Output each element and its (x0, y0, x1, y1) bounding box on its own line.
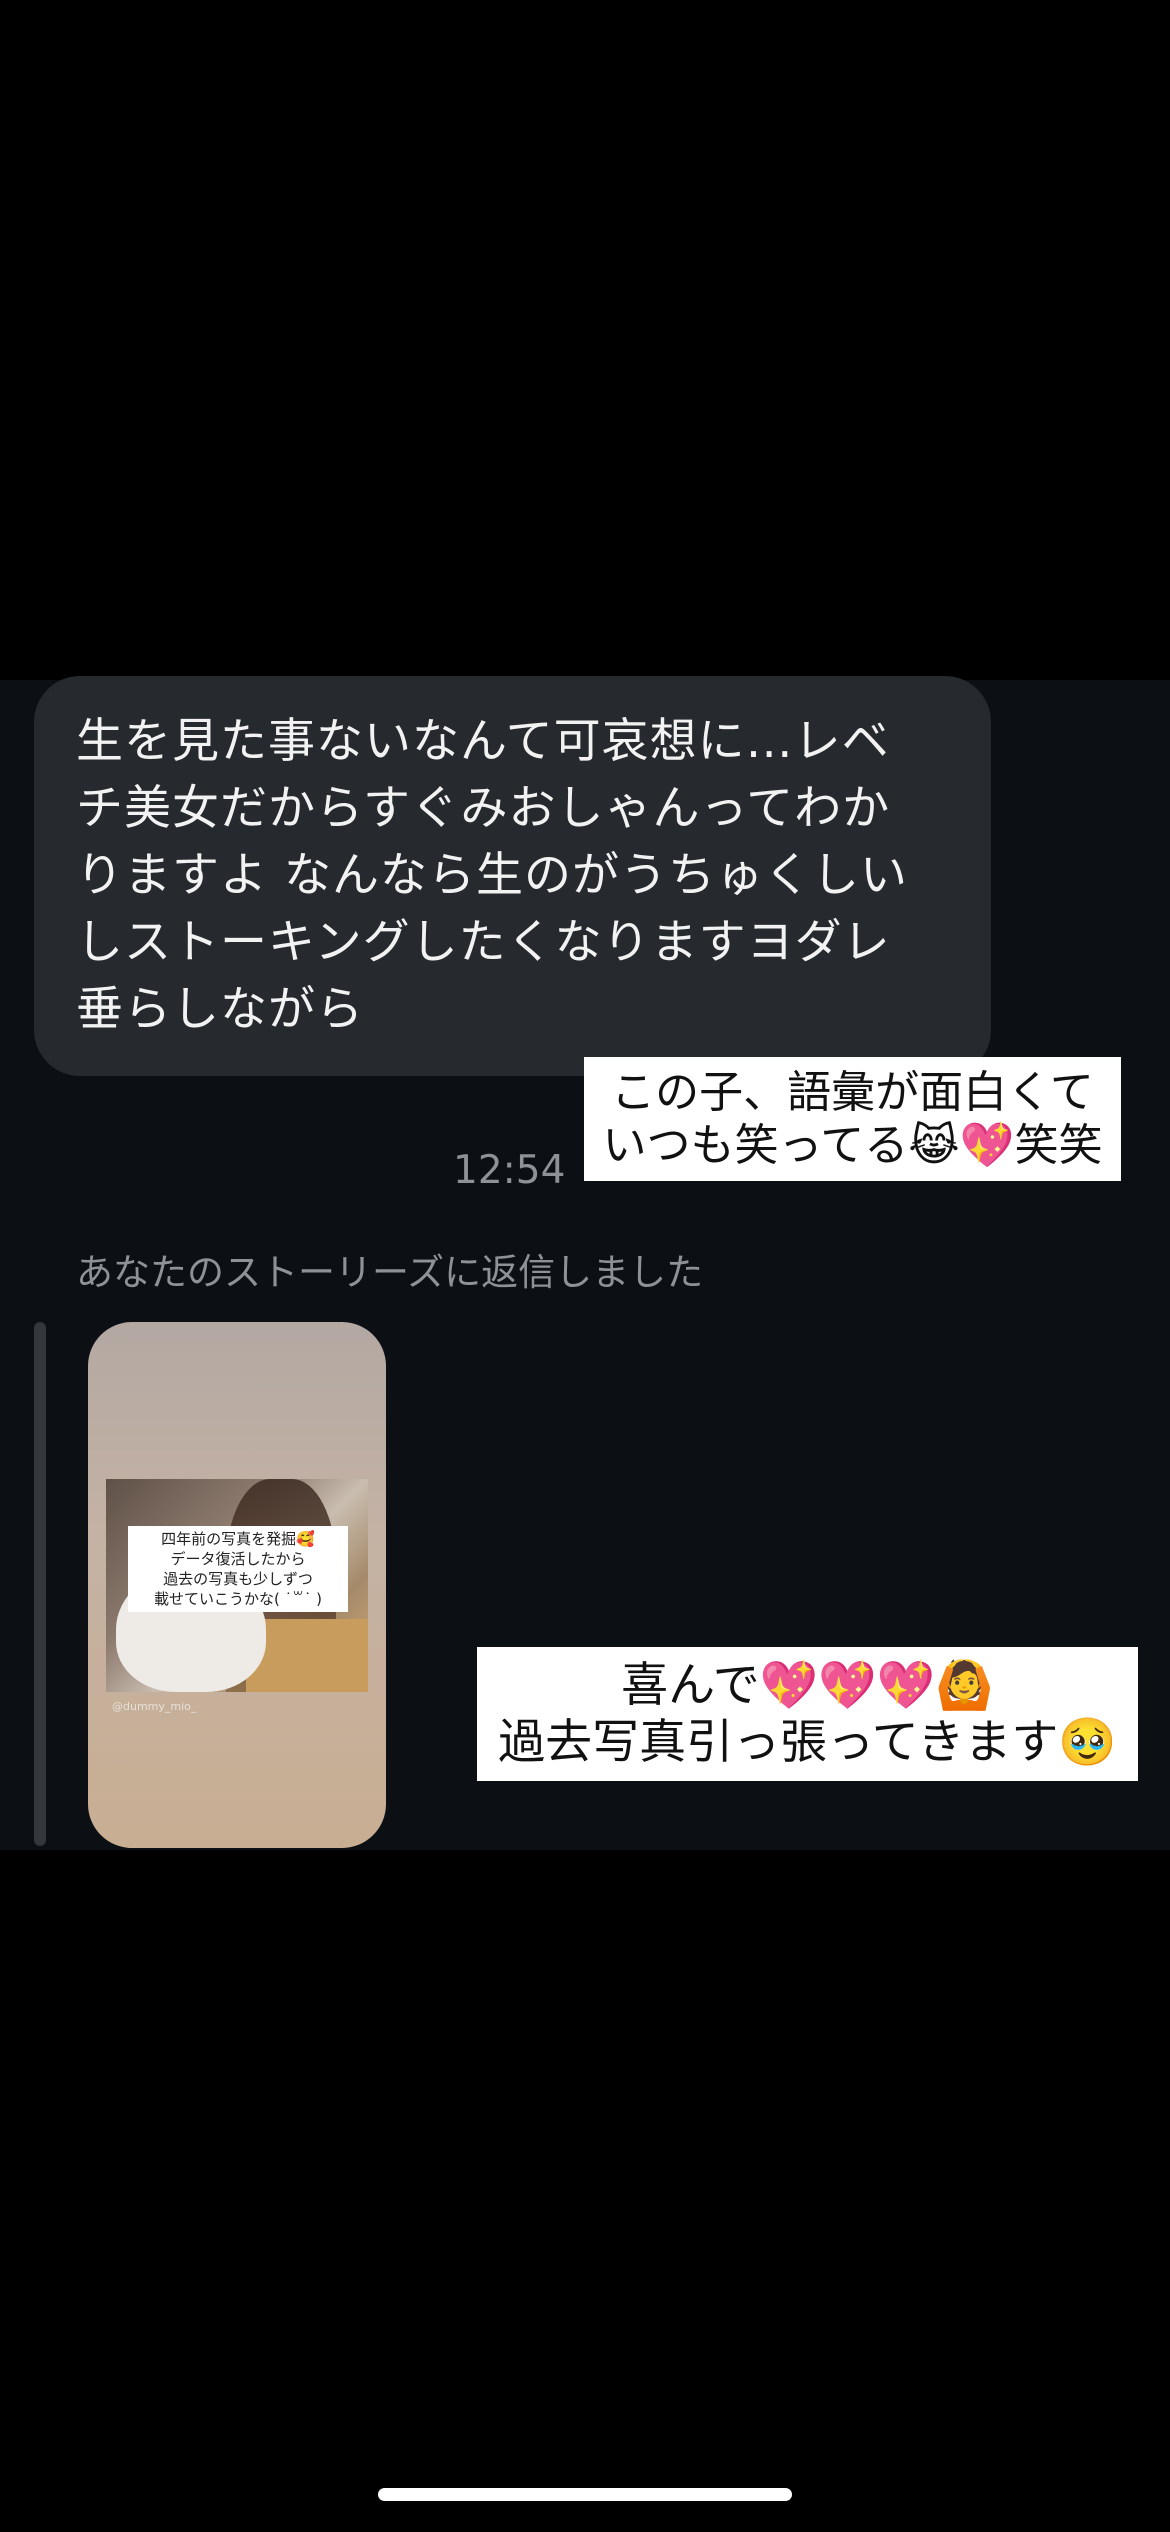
message-line: チ美女だからすぐみおしゃんってわか (76, 781, 891, 836)
story-text-line: 載せていこうかな( ˙꒳˙ ) (154, 1590, 322, 1608)
message-timestamp: 12:54 (453, 1148, 566, 1193)
story-text-line: 四年前の写真を発掘🥰 (161, 1530, 315, 1548)
message-line: 生を見た事ないなんて可哀想に…レベ (76, 714, 890, 769)
caption-line: 喜んで💖💖💖🙆 (621, 1658, 994, 1713)
message-line: りますよ なんなら生のがうちゅくしい (76, 848, 908, 903)
story-preview-card[interactable]: 四年前の写真を発掘🥰 データ復活したから 過去の写真も少しずつ 載せていこうかな… (88, 1322, 386, 1848)
story-reply-label: あなたのストーリーズに返信しました (76, 1251, 704, 1294)
overlay-caption-1: この子、語彙が面白くて いつも笑ってる😹💖笑笑 (584, 1057, 1121, 1181)
message-line: しストーキングしたくなりますヨダレ (76, 915, 891, 970)
story-photo: 四年前の写真を発掘🥰 データ復活したから 過去の写真も少しずつ 載せていこうかな… (106, 1479, 368, 1692)
story-text-line: データ復活したから (170, 1550, 306, 1568)
home-indicator[interactable] (378, 2488, 792, 2501)
caption-line: 過去写真引っ張ってきます🥹 (498, 1715, 1117, 1770)
caption-line: いつも笑ってる😹💖笑笑 (602, 1120, 1103, 1171)
overlay-caption-2: 喜んで💖💖💖🙆 過去写真引っ張ってきます🥹 (477, 1647, 1138, 1781)
message-line: 垂らしながら (76, 982, 364, 1037)
story-text-line: 過去の写真も少しずつ (163, 1570, 313, 1588)
reply-quote-bar (34, 1322, 46, 1846)
story-handle: @dummy_mio_ (112, 1700, 197, 1713)
received-message-bubble[interactable]: 生を見た事ないなんて可哀想に…レベ チ美女だからすぐみおしゃんってわか りますよ… (34, 676, 991, 1076)
story-text-overlay: 四年前の写真を発掘🥰 データ復活したから 過去の写真も少しずつ 載せていこうかな… (128, 1526, 348, 1612)
caption-line: この子、語彙が面白くて (611, 1067, 1094, 1118)
